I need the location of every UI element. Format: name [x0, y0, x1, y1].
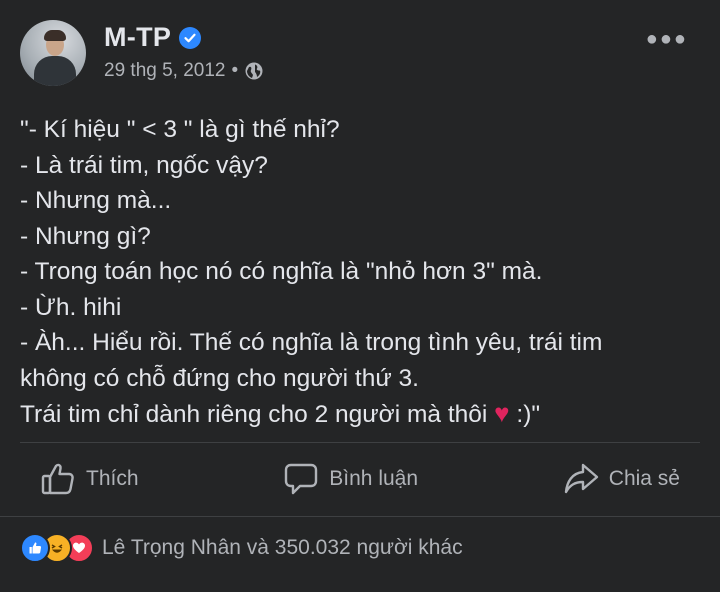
comment-label: Bình luận: [329, 467, 419, 490]
more-options-icon[interactable]: ●●●: [646, 28, 688, 51]
reactions-summary[interactable]: Lê Trọng Nhân và 350.032 người khác: [20, 533, 463, 563]
post-line: - Là trái tim, ngốc vậy?: [20, 151, 268, 179]
post-line: - Ừh. hihi: [20, 293, 122, 321]
author-avatar[interactable]: [20, 20, 86, 86]
comment-icon: [285, 463, 318, 495]
post-line-text: Trái tim chỉ dành riêng cho 2 người mà t…: [20, 401, 488, 428]
share-label: Chia sẻ: [608, 467, 680, 490]
reactions-text: Lê Trọng Nhân và 350.032 người khác: [102, 536, 463, 559]
post-line: "- Kí hiệu " < 3 " là gì thế nhỉ?: [20, 116, 340, 143]
post-header: M-TP 29 thg 5, 2012 • ●●●: [20, 20, 700, 92]
action-bar: Thích Bình luận Chia sẻ: [20, 446, 700, 512]
verified-badge-icon: [179, 26, 202, 49]
heart-icon: ♥: [494, 398, 510, 428]
meta-separator: •: [231, 60, 239, 81]
post-line-last: Trái tim chỉ dành riêng cho 2 người mà t…: [20, 396, 700, 433]
thumbs-up-icon: [41, 463, 74, 495]
comment-button[interactable]: Bình luận: [263, 453, 438, 505]
post-line: không có chỗ đứng cho người thứ 3.: [20, 364, 419, 392]
like-icon: [20, 533, 50, 563]
share-button[interactable]: Chia sẻ: [543, 453, 700, 505]
like-label: Thích: [86, 467, 139, 490]
author-name[interactable]: M-TP: [104, 22, 171, 53]
post-meta: 29 thg 5, 2012 •: [104, 60, 264, 82]
post-date[interactable]: 29 thg 5, 2012: [104, 60, 226, 82]
post-line-end: :)": [509, 401, 541, 428]
post-line: - Nhưng gì?: [20, 222, 151, 250]
share-icon: [564, 463, 598, 494]
like-button[interactable]: Thích: [20, 453, 159, 505]
post-line: - Nhưng mà...: [20, 187, 172, 214]
post-line: - Àh... Hiểu rồi. Thế có nghĩa là trong …: [20, 329, 603, 356]
post-text: "- Kí hiệu " < 3 " là gì thế nhỉ? - Là t…: [20, 112, 700, 433]
globe-icon: [245, 62, 263, 80]
post-line: - Trong toán học nó có nghĩa là "nhỏ hơn…: [20, 258, 543, 285]
divider: [0, 516, 720, 517]
author-row: M-TP: [104, 22, 202, 53]
reaction-icons: [20, 533, 94, 563]
divider: [20, 442, 700, 443]
